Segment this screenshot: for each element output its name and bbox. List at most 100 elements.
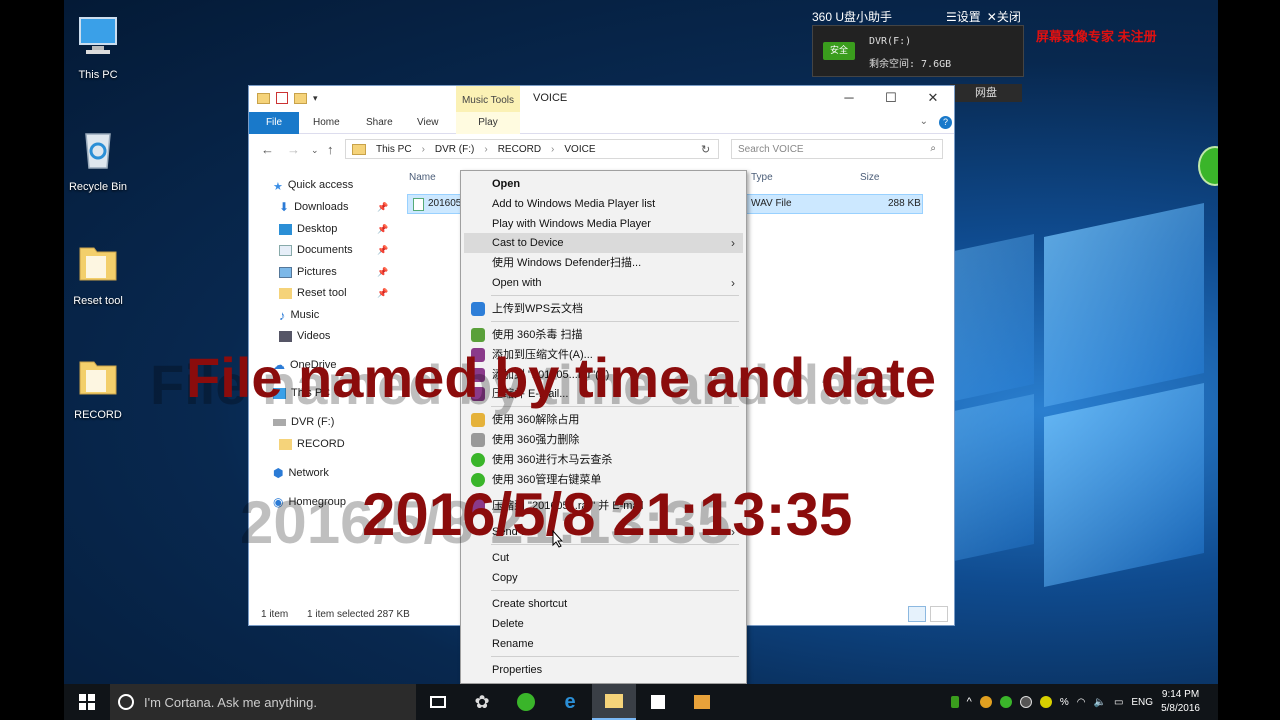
submenu-arrow-icon: › — [731, 236, 735, 250]
menu-item-play-wmp[interactable]: Play with Windows Media Player — [464, 214, 743, 234]
expand-ribbon-icon[interactable]: ⌄ — [920, 116, 928, 127]
up-arrow-icon[interactable]: ↑ — [327, 142, 334, 157]
menu-item-delete[interactable]: Delete — [464, 614, 743, 634]
search-input[interactable]: Search VOICE ⌕ — [731, 139, 943, 159]
language-indicator[interactable]: ENG — [1131, 697, 1153, 708]
desktop-icon-this-pc[interactable]: This PC — [64, 12, 132, 81]
pin-icon: 📌 — [377, 224, 389, 234]
maximize-button[interactable]: ☐ — [870, 86, 912, 110]
cortana-search-box[interactable]: I'm Cortana. Ask me anything. — [110, 684, 416, 720]
360-shield-icon[interactable] — [999, 696, 1012, 708]
nav-music[interactable]: ♪ Music — [279, 306, 319, 324]
menu-item-rename[interactable]: Rename — [464, 634, 743, 654]
desktop-icon-record[interactable]: RECORD — [64, 352, 132, 421]
usb-tray-icon[interactable] — [950, 696, 959, 708]
nav-record[interactable]: RECORD — [279, 435, 345, 453]
desktop-icon-reset-tool[interactable]: Reset tool — [64, 238, 132, 307]
nav-quick-access[interactable]: ★ Quick access — [273, 176, 353, 194]
nav-pictures[interactable]: Pictures — [279, 263, 337, 281]
address-bar[interactable]: This PC › DVR (F:) › RECORD › VOICE — [345, 139, 719, 159]
letterbox-right — [1218, 0, 1280, 720]
usb-helper-panel: 安全 DVR(F:) 剩余空间: 7.6GB — [812, 25, 1024, 77]
taskbar-app-360-browser[interactable] — [504, 684, 548, 720]
show-hidden-icons-icon[interactable]: ^ — [967, 696, 972, 708]
folder-icon — [279, 438, 292, 450]
search-icon: ⌕ — [930, 143, 936, 154]
taskbar-app-pinwheel[interactable]: ✿ — [460, 684, 504, 720]
caption-line-1: File named by time and date — [186, 346, 936, 409]
tab-file[interactable]: File — [249, 112, 299, 134]
window-title: VOICE — [533, 92, 568, 104]
windows-logo-icon — [79, 694, 95, 710]
monitor-icon — [79, 17, 117, 54]
taskbar-app-store[interactable] — [636, 684, 680, 720]
column-header-type[interactable]: Type — [751, 172, 773, 183]
menu-item-copy[interactable]: Copy — [464, 568, 743, 588]
breadcrumb-item[interactable]: VOICE — [564, 144, 595, 155]
task-view-button[interactable] — [416, 684, 460, 720]
menu-item-create-shortcut[interactable]: Create shortcut — [464, 594, 743, 614]
menu-item-360-scan[interactable]: 使用 360杀毒 扫描 — [464, 325, 743, 345]
refresh-icon[interactable]: ↻ — [701, 143, 710, 156]
mouse-cursor-icon — [552, 530, 564, 548]
taskbar-app-file-explorer[interactable] — [592, 684, 636, 720]
menu-separator — [491, 295, 739, 296]
column-header-name[interactable]: Name — [409, 172, 436, 183]
back-arrow-icon[interactable]: ← — [261, 142, 274, 157]
nav-reset-tool[interactable]: Reset tool — [279, 284, 347, 302]
tab-home[interactable]: Home — [313, 112, 340, 134]
large-icons-view-icon[interactable] — [930, 606, 948, 622]
customize-toolbar-icon[interactable]: ▾ — [313, 93, 318, 104]
menu-item-open-with[interactable]: Open with › — [464, 273, 743, 293]
menu-item-open[interactable]: Open — [464, 174, 743, 194]
security-icon[interactable] — [1019, 696, 1032, 708]
breadcrumb-item[interactable]: DVR (F:) — [435, 144, 474, 155]
tab-play[interactable]: Play — [456, 112, 520, 134]
volume-icon[interactable]: 🔈 — [1093, 697, 1105, 708]
folder-icon[interactable] — [257, 92, 270, 104]
column-header-size[interactable]: Size — [860, 172, 879, 183]
menu-item-add-wmp[interactable]: Add to Windows Media Player list — [464, 194, 743, 214]
new-folder-icon[interactable] — [294, 92, 307, 104]
taskbar-app-recorder[interactable] — [680, 684, 724, 720]
wifi-icon[interactable]: ◠ — [1077, 697, 1086, 708]
caption-line-2: 2016/5/8 21:13:35 — [362, 481, 853, 548]
menu-item-wps[interactable]: 上传到WPS云文档 — [464, 299, 743, 319]
nav-downloads[interactable]: ⬇ Downloads — [279, 198, 348, 216]
start-button[interactable] — [64, 684, 110, 720]
minimize-button[interactable]: ─ — [828, 86, 870, 110]
breadcrumb-item[interactable]: RECORD — [498, 144, 541, 155]
shredder-icon — [471, 433, 485, 447]
menu-item-properties[interactable]: Properties — [464, 660, 743, 680]
input-method-icon[interactable]: % — [1060, 697, 1069, 708]
menu-item-cast[interactable]: Cast to Device › — [464, 233, 743, 253]
drive-label: DVR(F:) — [869, 36, 912, 47]
nav-desktop[interactable]: Desktop — [279, 220, 337, 238]
settings-button[interactable]: ☰设置 — [946, 8, 981, 25]
nav-videos[interactable]: Videos — [279, 327, 330, 345]
store-icon — [651, 695, 665, 709]
desktop-icon-recycle-bin[interactable]: Recycle Bin — [64, 124, 132, 193]
tab-share[interactable]: Share — [366, 112, 393, 134]
notification-icon[interactable]: ▭ — [1114, 697, 1123, 708]
task-view-icon — [430, 696, 446, 708]
menu-item-360-trojan[interactable]: 使用 360进行木马云查杀 — [464, 450, 743, 470]
nav-documents[interactable]: Documents — [279, 241, 353, 259]
recent-locations-icon[interactable]: ⌄ — [311, 145, 319, 156]
net-drive-button[interactable]: 网盘 — [950, 84, 1022, 102]
properties-icon[interactable] — [276, 92, 288, 104]
close-button[interactable]: ✕关闭 — [987, 8, 1021, 25]
menu-item-360-delete[interactable]: 使用 360强力删除 — [464, 430, 743, 450]
menu-item-defender[interactable]: 使用 Windows Defender扫描... — [464, 253, 743, 273]
help-icon[interactable]: ? — [939, 116, 952, 129]
clock[interactable]: 9:14 PM 5/8/2016 — [1161, 688, 1200, 716]
nav-network[interactable]: ⬢ Network — [273, 464, 329, 482]
close-window-button[interactable]: ✕ — [912, 86, 954, 110]
forward-arrow-icon[interactable]: → — [287, 142, 300, 157]
taskbar-app-edge[interactable]: e — [548, 684, 592, 720]
tab-view[interactable]: View — [417, 112, 439, 134]
360-plus-icon[interactable] — [1039, 696, 1052, 708]
details-view-icon[interactable] — [908, 606, 926, 622]
chrome-icon[interactable] — [979, 696, 992, 708]
breadcrumb-item[interactable]: This PC — [376, 144, 412, 155]
